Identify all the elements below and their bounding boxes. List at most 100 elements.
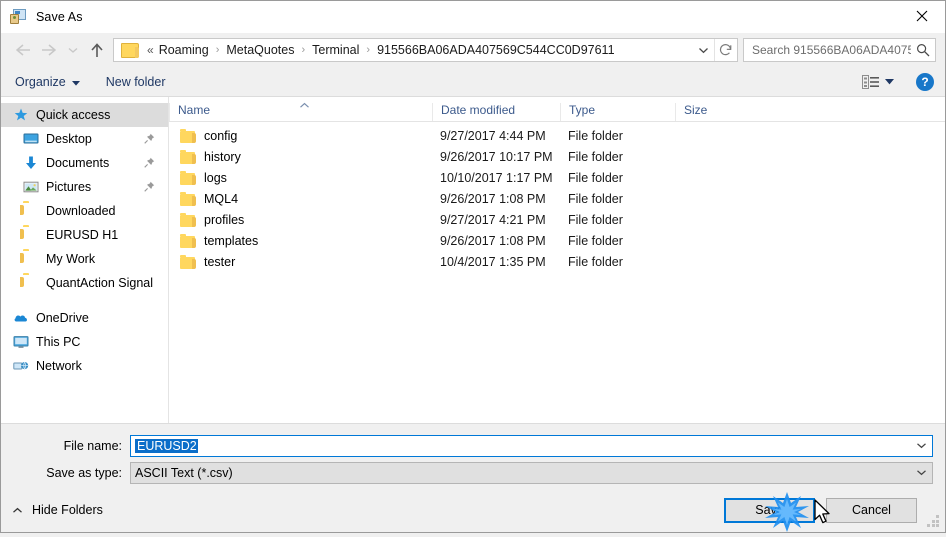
file-name-value-wrap: EURUSD2 [131, 438, 911, 453]
forward-button[interactable] [36, 37, 63, 63]
cancel-label: Cancel [852, 503, 891, 517]
network-icon [13, 358, 29, 374]
pin-icon[interactable] [144, 133, 155, 147]
breadcrumb-item-terminal[interactable]: Terminal [310, 43, 361, 57]
table-row[interactable]: logs 10/10/2017 1:17 PM File folder [169, 167, 945, 188]
sidebar-label: Quick access [36, 108, 111, 122]
sidebar-label: QuantAction Signal [46, 276, 154, 290]
table-row[interactable]: templates 9/26/2017 1:08 PM File folder [169, 230, 945, 251]
file-name: logs [204, 170, 227, 185]
desktop-icon [23, 131, 39, 147]
breadcrumb-overflow[interactable]: « [145, 43, 157, 57]
file-name-row: File name: EURUSD2 [1, 434, 945, 457]
breadcrumb-item-terminal-id[interactable]: 915566BA06ADA407569C544CC0D97611 [375, 43, 616, 57]
sidebar-item-pictures[interactable]: Pictures [1, 175, 168, 199]
save-as-type-chevron-down-icon[interactable] [911, 469, 932, 476]
folder-icon [180, 233, 196, 248]
search-input[interactable]: Search 915566BA06ADA40756... [743, 38, 936, 62]
back-button[interactable] [9, 37, 36, 63]
file-name-label: File name: [63, 438, 122, 453]
dialog-body: Quick access Desktop Documents Pictures … [1, 97, 945, 423]
up-button[interactable] [83, 37, 110, 63]
pin-icon[interactable] [144, 181, 155, 195]
breadcrumb-separator-icon: › [215, 43, 220, 56]
column-header-type[interactable]: Type [560, 103, 675, 121]
file-date: 10/10/2017 1:17 PM [440, 170, 553, 185]
view-mode-icon[interactable] [862, 74, 879, 89]
breadcrumb-separator-icon: › [301, 43, 306, 56]
sidebar-item-downloaded[interactable]: Downloaded [1, 199, 168, 223]
close-icon[interactable] [899, 1, 945, 31]
title-bar: Save As [1, 1, 945, 33]
sidebar-label: Pictures [46, 180, 92, 194]
help-button[interactable]: ? [916, 72, 934, 91]
search-placeholder: Search 915566BA06ADA40756... [752, 43, 911, 57]
table-row[interactable]: history 9/26/2017 10:17 PM File folder [169, 146, 945, 167]
recent-locations-chevron-down-icon[interactable] [63, 37, 83, 63]
file-type: File folder [568, 212, 623, 227]
folder-icon [23, 275, 39, 291]
file-name: tester [204, 254, 236, 269]
save-as-type-row: Save as type: ASCII Text (*.csv) [1, 461, 945, 484]
file-name-cell: profiles [169, 212, 432, 227]
file-date: 9/26/2017 1:08 PM [440, 233, 546, 248]
save-button[interactable]: Save [724, 497, 815, 523]
file-date: 9/26/2017 1:08 PM [440, 191, 546, 206]
file-rows: config 9/27/2017 4:44 PM File folder his… [169, 122, 945, 272]
new-folder-button[interactable]: New folder [106, 75, 166, 89]
table-row[interactable]: tester 10/4/2017 1:35 PM File folder [169, 251, 945, 272]
file-name-chevron-down-icon[interactable] [911, 442, 932, 449]
column-header-date-modified[interactable]: Date modified [432, 103, 560, 121]
cloud-icon [13, 310, 29, 326]
file-name: MQL4 [204, 191, 239, 206]
cancel-button[interactable]: Cancel [826, 497, 917, 523]
sidebar-item-onedrive[interactable]: OneDrive [1, 306, 168, 330]
folder-icon [180, 149, 196, 164]
file-date: 9/26/2017 10:17 PM [440, 149, 553, 164]
save-label: Save [755, 503, 784, 517]
sidebar-item-documents[interactable]: Documents [1, 151, 168, 175]
breadcrumb-item-roaming[interactable]: Roaming [157, 43, 211, 57]
chevron-down-icon [71, 75, 80, 89]
refresh-icon[interactable] [714, 39, 737, 61]
pictures-icon [23, 179, 39, 195]
save-form: File name: EURUSD2 Save as type: ASCII T… [1, 423, 945, 484]
file-type: File folder [568, 149, 623, 164]
address-bar[interactable]: « Roaming › MetaQuotes › Terminal › 9155… [113, 38, 738, 62]
sidebar-item-eurusd-h1[interactable]: EURUSD H1 [1, 223, 168, 247]
save-as-type-select[interactable]: ASCII Text (*.csv) [130, 461, 933, 484]
save-as-type-label: Save as type: [46, 465, 122, 480]
column-headers: Name Date modified Type Size [169, 97, 945, 122]
table-row[interactable]: MQL4 9/26/2017 1:08 PM File folder [169, 188, 945, 209]
pin-icon[interactable] [144, 157, 155, 171]
address-chevron-down-icon[interactable] [692, 47, 714, 54]
folder-icon [180, 191, 196, 206]
folder-icon [180, 212, 196, 227]
sidebar-item-my-work[interactable]: My Work [1, 247, 168, 271]
sidebar-item-desktop[interactable]: Desktop [1, 127, 168, 151]
sidebar-label: Network [36, 359, 82, 373]
folder-icon [121, 42, 139, 58]
sidebar-item-quick-access[interactable]: Quick access [1, 103, 168, 127]
file-list-pane: Name Date modified Type Size config 9/27… [169, 97, 945, 423]
sidebar-item-network[interactable]: Network [1, 354, 168, 378]
sidebar-label: My Work [46, 252, 96, 266]
organize-button[interactable]: Organize [15, 75, 80, 89]
table-row[interactable]: config 9/27/2017 4:44 PM File folder [169, 125, 945, 146]
hide-folders-button[interactable]: Hide Folders [12, 503, 103, 517]
breadcrumb-item-metaquotes[interactable]: MetaQuotes [224, 43, 296, 57]
sidebar-item-quantaction-signal[interactable]: QuantAction Signal [1, 271, 168, 295]
file-name-input[interactable]: EURUSD2 [130, 434, 933, 457]
resize-grip[interactable] [927, 515, 940, 528]
column-header-size[interactable]: Size [675, 103, 755, 121]
folder-icon [180, 254, 196, 269]
sidebar-item-this-pc[interactable]: This PC [1, 330, 168, 354]
folder-icon [180, 128, 196, 143]
view-mode-chevron-down-icon[interactable] [885, 78, 894, 85]
action-buttons: Save Cancel [724, 497, 917, 523]
new-folder-label: New folder [105, 74, 166, 89]
table-row[interactable]: profiles 9/27/2017 4:21 PM File folder [169, 209, 945, 230]
window-title: Save As [36, 9, 83, 24]
file-date: 9/27/2017 4:21 PM [440, 212, 546, 227]
